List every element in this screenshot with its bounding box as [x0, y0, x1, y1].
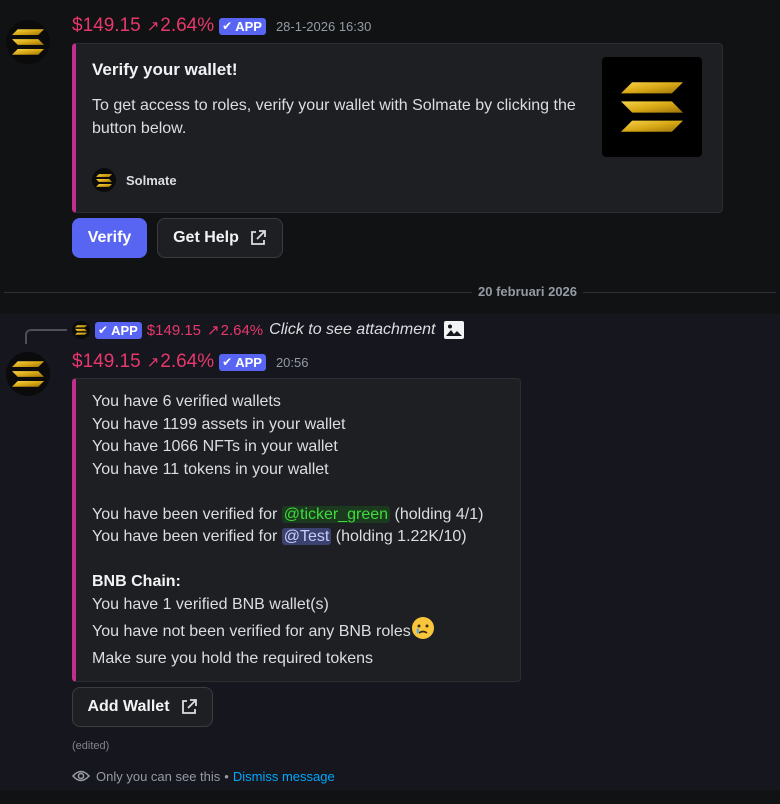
- embed-thumbnail[interactable]: [602, 57, 702, 157]
- check-icon: ✔: [98, 323, 109, 337]
- external-link-icon: [180, 698, 198, 716]
- embed-line: You have 1066 NFTs in your wallet: [92, 438, 338, 455]
- app-badge: ✔ APP: [219, 353, 266, 371]
- verify-button-label: Verify: [87, 229, 132, 246]
- embed-line: You have 6 verified wallets: [92, 393, 281, 410]
- date-divider: 20 februari 2026: [472, 284, 584, 299]
- avatar[interactable]: [6, 352, 50, 396]
- reply-username[interactable]: $149.15 ↗ 2.64%: [147, 321, 263, 340]
- get-help-button-label: Get Help: [173, 229, 239, 246]
- verify-embed: Verify your wallet! To get access to rol…: [72, 43, 723, 213]
- eye-icon: [72, 768, 90, 784]
- role-holding: (holding 4/1): [390, 505, 484, 523]
- edited-label: (edited): [72, 740, 110, 752]
- crying-face-emoji: [411, 616, 435, 648]
- external-link-icon: [249, 229, 267, 247]
- embed-description: To get access to roles, verify your wall…: [92, 97, 576, 137]
- embed-line: You have been verified for: [92, 528, 282, 545]
- message-verify: $149.15 ↗ 2.64% ✔ APP 28-1-2026 16:30 Veri…: [0, 0, 780, 270]
- embed-line: You have 11 tokens in your wallet: [92, 460, 329, 478]
- embed-body: You have 6 verified wallets You have 119…: [92, 391, 483, 670]
- ephemeral-notice: Only you can see this • Dismiss message: [72, 768, 335, 784]
- embed-title: Verify your wallet!: [92, 60, 238, 79]
- trend-up-icon: ↗: [146, 18, 160, 35]
- message-header: $149.15 ↗ 2.64% ✔ APP 28-1-2026 16:30: [72, 15, 371, 37]
- reply-text[interactable]: Click to see attachment: [269, 321, 435, 339]
- timestamp[interactable]: 20:56: [276, 355, 309, 370]
- image-icon: [443, 320, 465, 340]
- app-badge: ✔ APP: [95, 321, 142, 339]
- separator: •: [224, 768, 229, 784]
- reply-preview[interactable]: ✔ APP $149.15 ↗ 2.64% Click to see attachm…: [72, 320, 465, 340]
- role-holding: (holding 1.22K/10): [331, 528, 467, 545]
- username[interactable]: $149.15 ↗ 2.64%: [72, 15, 214, 37]
- trend-up-icon: ↗: [207, 322, 220, 339]
- app-badge: ✔ APP: [219, 17, 266, 35]
- add-wallet-button-label: Add Wallet: [87, 698, 170, 715]
- embed-line: You have 1 verified BNB wallet(s): [92, 595, 329, 613]
- chain-title: BNB Chain:: [92, 573, 181, 590]
- check-icon: ✔: [222, 19, 233, 33]
- message-header: $149.15 ↗ 2.64% ✔ APP 20:56: [72, 351, 308, 373]
- solana-logo-icon: [96, 174, 112, 187]
- footer-avatar: [92, 168, 116, 192]
- avatar[interactable]: [6, 20, 50, 64]
- check-icon: ✔: [222, 355, 233, 369]
- embed-line: You have 1199 assets in your wallet: [92, 415, 346, 433]
- wallet-status-embed: You have 6 verified wallets You have 119…: [72, 378, 521, 682]
- add-wallet-button[interactable]: Add Wallet: [72, 687, 213, 727]
- trend-up-icon: ↗: [146, 354, 160, 371]
- date-divider-line: [4, 292, 776, 293]
- message-wallet-status: ✔ APP $149.15 ↗ 2.64% Click to see attachm…: [0, 314, 780, 790]
- username[interactable]: $149.15 ↗ 2.64%: [72, 351, 214, 373]
- solana-logo-icon: [621, 82, 683, 132]
- embed-line: Make sure you hold the required tokens: [92, 649, 374, 667]
- timestamp[interactable]: 28-1-2026 16:30: [276, 19, 371, 34]
- embed-line: You have been verified for: [92, 505, 282, 523]
- ephemeral-text: Only you can see this: [96, 768, 221, 784]
- embed-line: You have not been verified for any BNB r…: [92, 623, 411, 640]
- reply-connector: [25, 329, 67, 344]
- embed-footer: Solmate: [92, 168, 177, 192]
- solana-logo-icon: [12, 29, 44, 55]
- verify-button[interactable]: Verify: [72, 218, 147, 258]
- solana-logo-icon: [12, 361, 44, 387]
- get-help-button[interactable]: Get Help: [157, 218, 283, 258]
- role-mention-ticker-green[interactable]: @ticker_green: [281, 505, 391, 523]
- role-mention-test[interactable]: @Test: [281, 528, 332, 545]
- footer-text: Solmate: [126, 172, 177, 188]
- dismiss-message-link[interactable]: Dismiss message: [233, 769, 335, 784]
- solana-logo-icon: [75, 325, 87, 335]
- reply-avatar: [72, 321, 90, 339]
